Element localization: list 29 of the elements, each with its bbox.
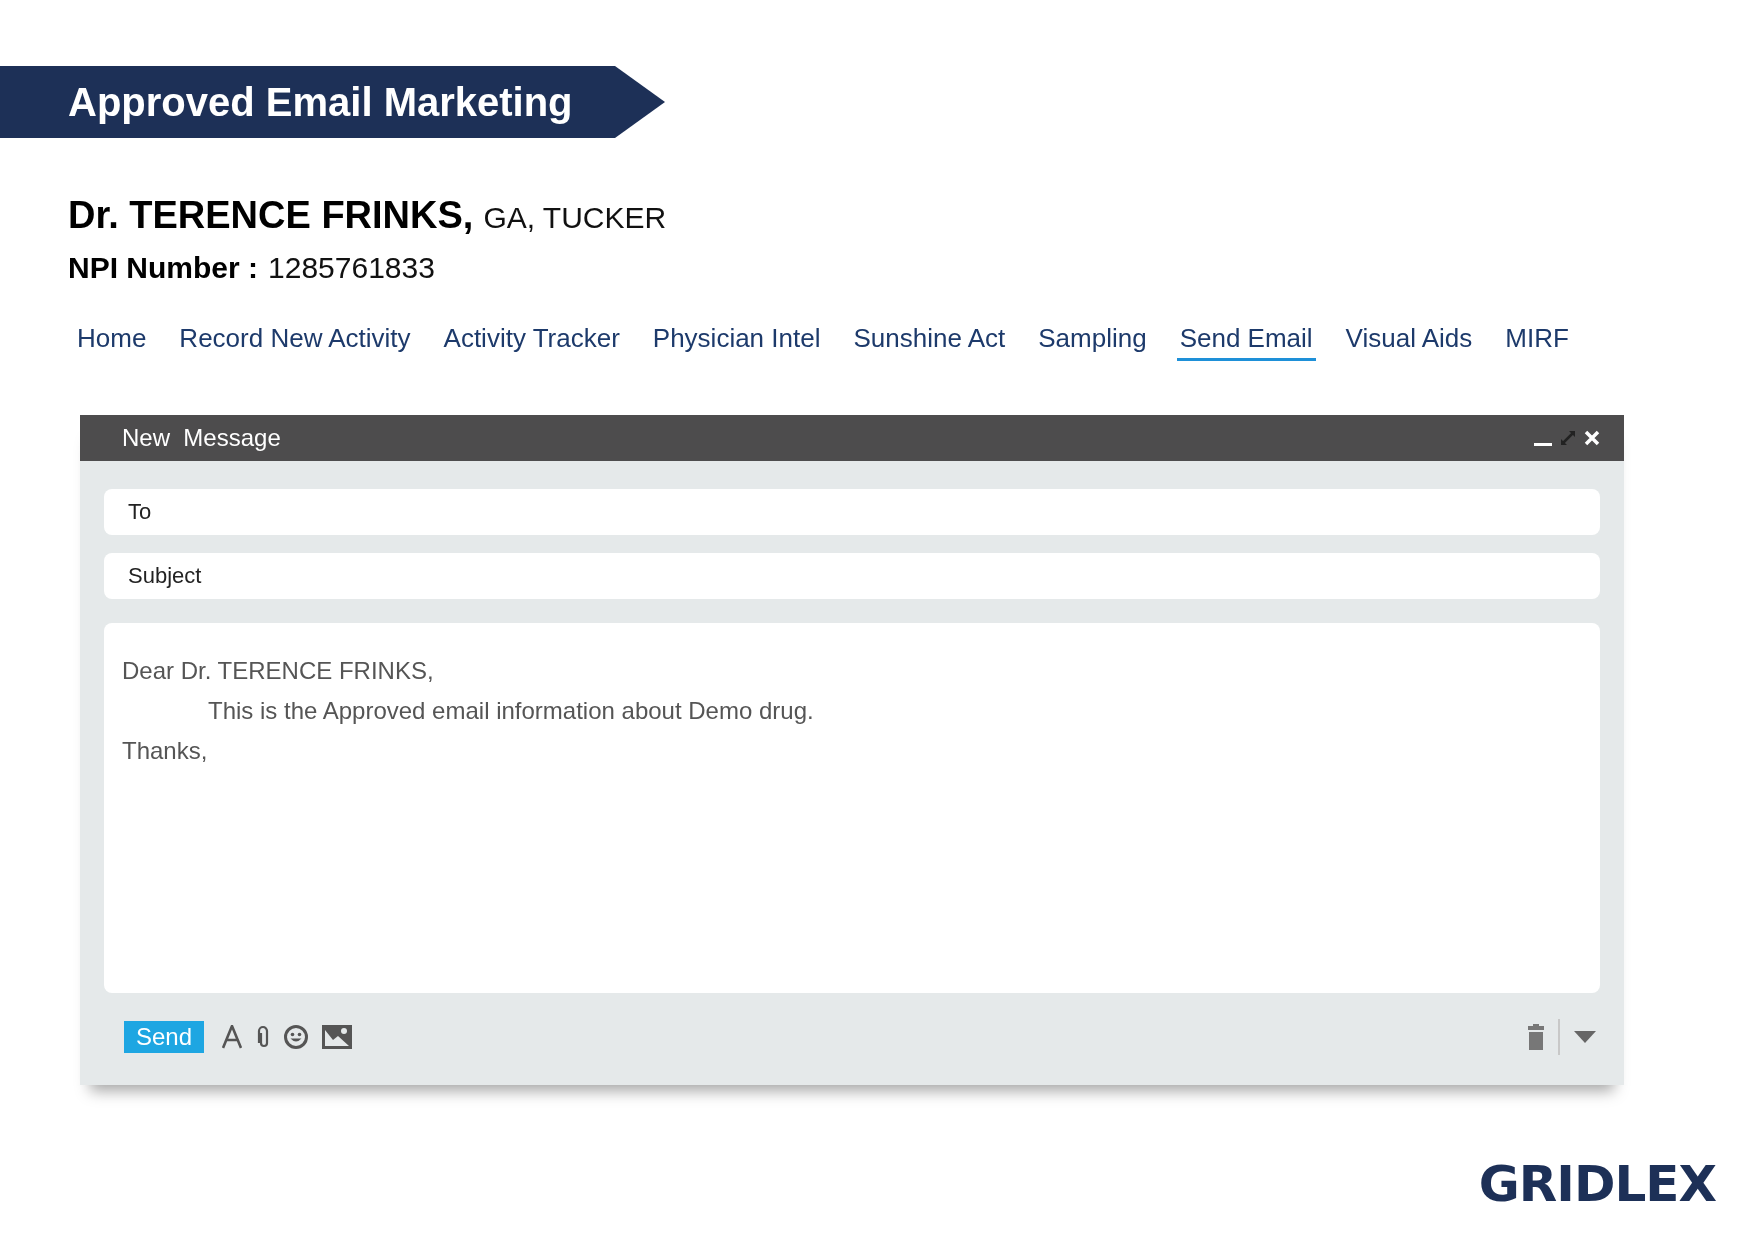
caret-icon[interactable]: [1574, 1031, 1596, 1043]
brand-logo: GRIDLEX: [1478, 1155, 1716, 1213]
message-body-field[interactable]: Dear Dr. TERENCE FRINKS, This is the Approved email information about Demo drug. Thanks,: [104, 623, 1600, 993]
to-field[interactable]: To: [104, 489, 1600, 535]
npi-label: NPI Number :: [68, 251, 259, 285]
subject-field[interactable]: Subject: [104, 553, 1600, 599]
message-line: Dear Dr. TERENCE FRINKS,: [122, 657, 435, 685]
image-icon[interactable]: [322, 1025, 353, 1049]
nav-link[interactable]: Sunshine Act: [850, 323, 1009, 361]
physician-name: Dr. TERENCE FRINKS,: [68, 194, 474, 237]
message-line: This is the Approved email information about Demo drug.: [207, 697, 815, 725]
smiley-icon[interactable]: [284, 1025, 309, 1049]
paperclip-icon[interactable]: [256, 1025, 271, 1049]
message-line: Thanks,: [122, 737, 209, 765]
text-format-icon[interactable]: [222, 1025, 243, 1049]
trash-icon[interactable]: [1528, 1024, 1544, 1050]
nav-link[interactable]: Sampling: [1035, 323, 1150, 361]
physician-location: GA, TUCKER: [483, 201, 667, 235]
page-title-banner: Approved Email Marketing: [0, 66, 665, 138]
nav-link[interactable]: Activity Tracker: [440, 323, 623, 361]
nav-link[interactable]: MIRF: [1502, 323, 1572, 361]
close-icon[interactable]: [1584, 430, 1600, 446]
nav-link[interactable]: Record New Activity: [176, 323, 414, 361]
nav-link[interactable]: Visual Aids: [1342, 323, 1476, 361]
window-title: New Message: [122, 424, 282, 452]
nav-link[interactable]: Send Email: [1176, 323, 1316, 361]
nav-link[interactable]: Physician Intel: [649, 323, 824, 361]
npi-value: 1285761833: [268, 251, 435, 285]
nav-link[interactable]: Home: [74, 323, 150, 361]
